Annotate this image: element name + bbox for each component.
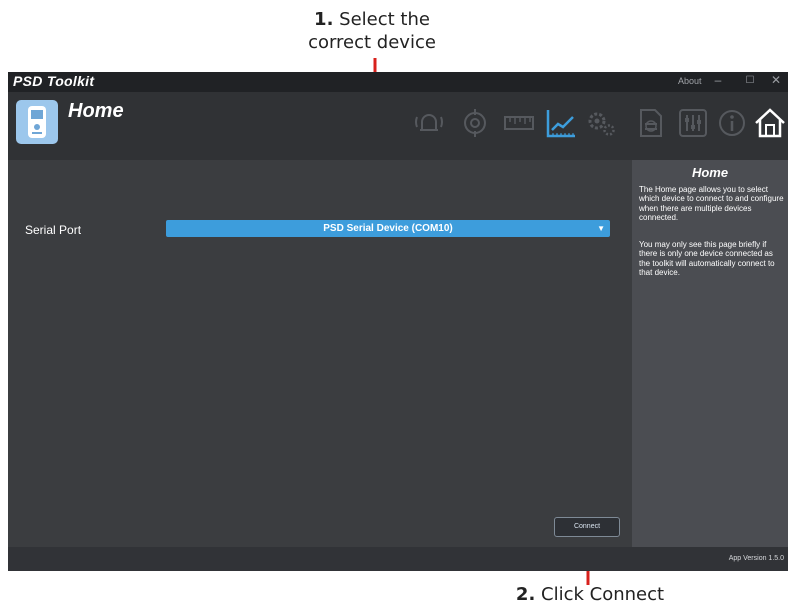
app-window: PSD Toolkit About – ☐ ✕ Home Serial Port…	[8, 72, 788, 571]
gears-icon[interactable]	[584, 106, 618, 140]
ruler-icon[interactable]	[502, 106, 536, 140]
chevron-down-icon: ▼	[597, 224, 605, 233]
help-title: Home	[691, 165, 729, 180]
status-bar: App Version 1.5.0	[8, 547, 788, 571]
app-version: App Version 1.5.0	[728, 555, 784, 562]
main-panel: Serial Port PSD Serial Device (COM10) ▼ …	[8, 160, 632, 547]
header: Home	[8, 92, 788, 160]
annotation-step-number: 1.	[314, 9, 334, 30]
title-bar: PSD Toolkit About – ☐ ✕	[8, 72, 788, 92]
maximize-button[interactable]: ☐	[742, 75, 758, 86]
page-title: Home	[68, 100, 124, 122]
minimize-button[interactable]: –	[710, 73, 726, 87]
help-paragraph: You may only see this page briefly if th…	[639, 240, 775, 277]
chart-icon[interactable]	[544, 106, 578, 140]
annotation-text-line2: correct device	[308, 32, 436, 53]
annotation-text: Click Connect	[535, 584, 665, 605]
home-icon[interactable]	[753, 106, 787, 140]
close-button[interactable]: ✕	[768, 73, 784, 87]
handheld-device-icon	[28, 106, 46, 138]
about-link[interactable]: About	[678, 76, 702, 86]
annotation-click-connect: 2. Click Connect	[480, 583, 700, 606]
sliders-icon[interactable]	[676, 106, 710, 140]
alarm-icon[interactable]	[412, 106, 446, 140]
target-icon[interactable]	[458, 106, 492, 140]
help-paragraph: The Home page allows you to select which…	[639, 185, 784, 222]
serial-port-label: Serial Port	[25, 223, 82, 237]
serial-port-select[interactable]: PSD Serial Device (COM10) ▼	[166, 220, 610, 237]
info-icon[interactable]	[715, 106, 749, 140]
help-panel: Home The Home page allows you to select …	[632, 160, 788, 547]
serial-port-value: PSD Serial Device (COM10)	[323, 223, 453, 234]
device-logo	[16, 100, 58, 144]
annotation-step-number: 2.	[515, 584, 536, 605]
app-title: PSD Toolkit	[13, 73, 95, 89]
document-icon[interactable]	[633, 106, 667, 140]
connect-button[interactable]: Connect	[554, 517, 620, 537]
annotation-text: Select the	[333, 9, 430, 30]
annotation-select-device: 1. Select the correct device	[262, 8, 482, 54]
